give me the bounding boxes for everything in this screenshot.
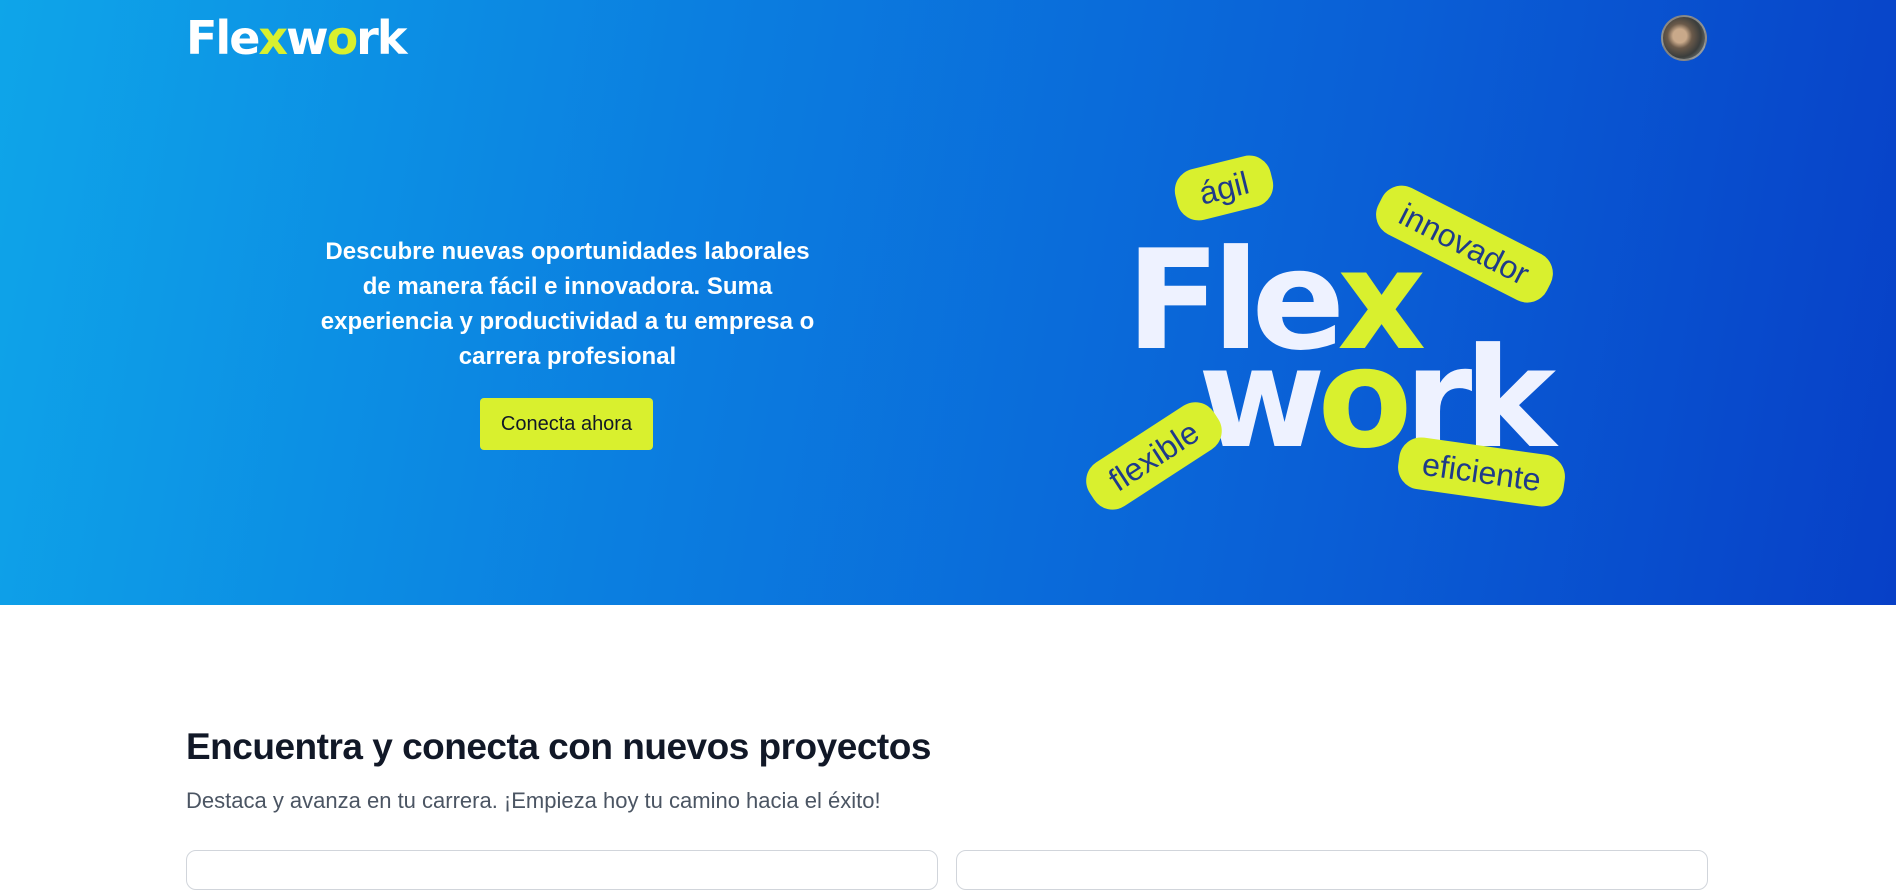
projects-subtitle: Destaca y avanza en tu carrera. ¡Empieza…: [186, 788, 881, 813]
tag-agil: ágil: [1170, 150, 1278, 226]
connect-now-button[interactable]: Conecta ahora: [480, 398, 653, 450]
flexwork-logo[interactable]: Flexwork: [186, 12, 407, 64]
project-card[interactable]: [956, 850, 1708, 890]
hero-banner: Flexwork Descubre nuevas oportunidades l…: [0, 0, 1896, 605]
hero-headline: Descubre nuevas oportunidades laborales …: [320, 238, 815, 370]
flexwork-graphic: Flex work ágil innovador flexible eficie…: [1060, 140, 1600, 540]
projects-title: Encuentra y conecta con nuevos proyectos: [186, 726, 931, 767]
user-avatar[interactable]: [1661, 15, 1707, 61]
project-card[interactable]: [186, 850, 938, 890]
